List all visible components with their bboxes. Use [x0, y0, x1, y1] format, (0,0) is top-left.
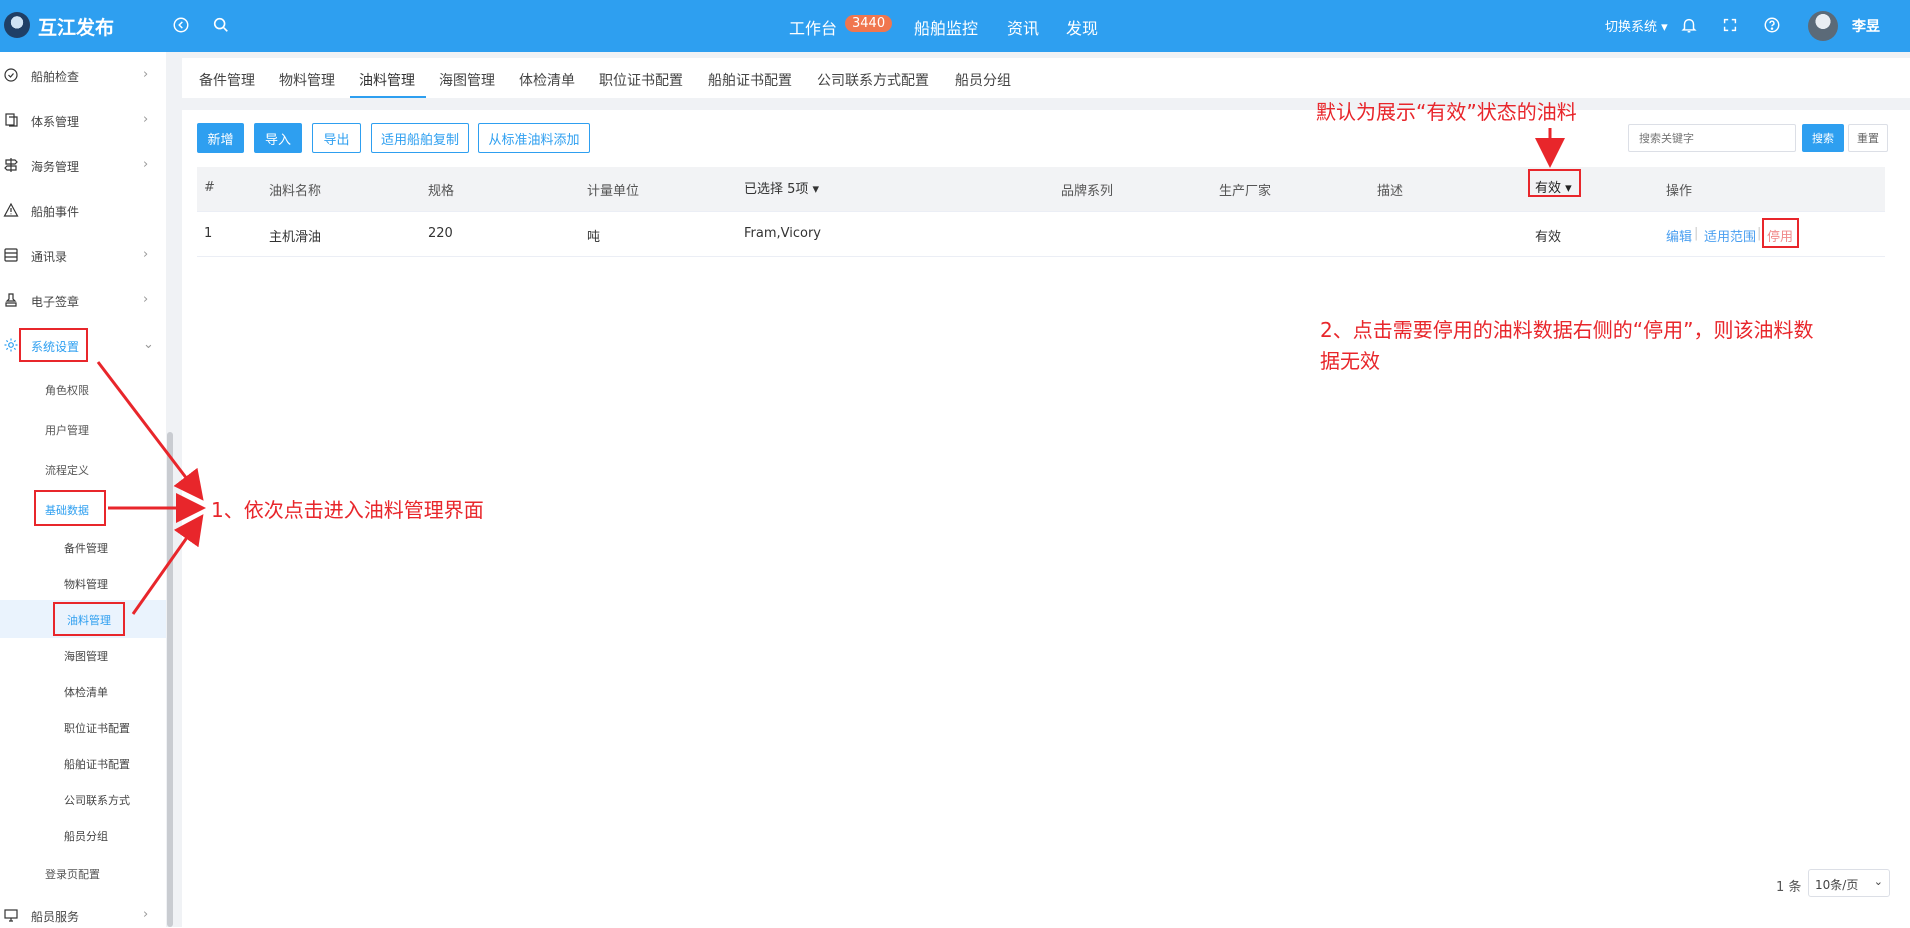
arrow-system-settings — [96, 361, 204, 501]
annotation-step2-line1: 2、点击需要停用的油料数据右侧的“停用”，则该油料数 — [1320, 318, 1814, 342]
arrow-oil-management — [131, 514, 204, 615]
annotation-step1: 1、依次点击进入油料管理界面 — [211, 498, 484, 522]
annotation-arrows — [96, 128, 1565, 615]
annotation-step2-line2: 据无效 — [1320, 349, 1380, 373]
annotation-default-status: 默认为展示“有效”状态的油料 — [1316, 100, 1577, 124]
